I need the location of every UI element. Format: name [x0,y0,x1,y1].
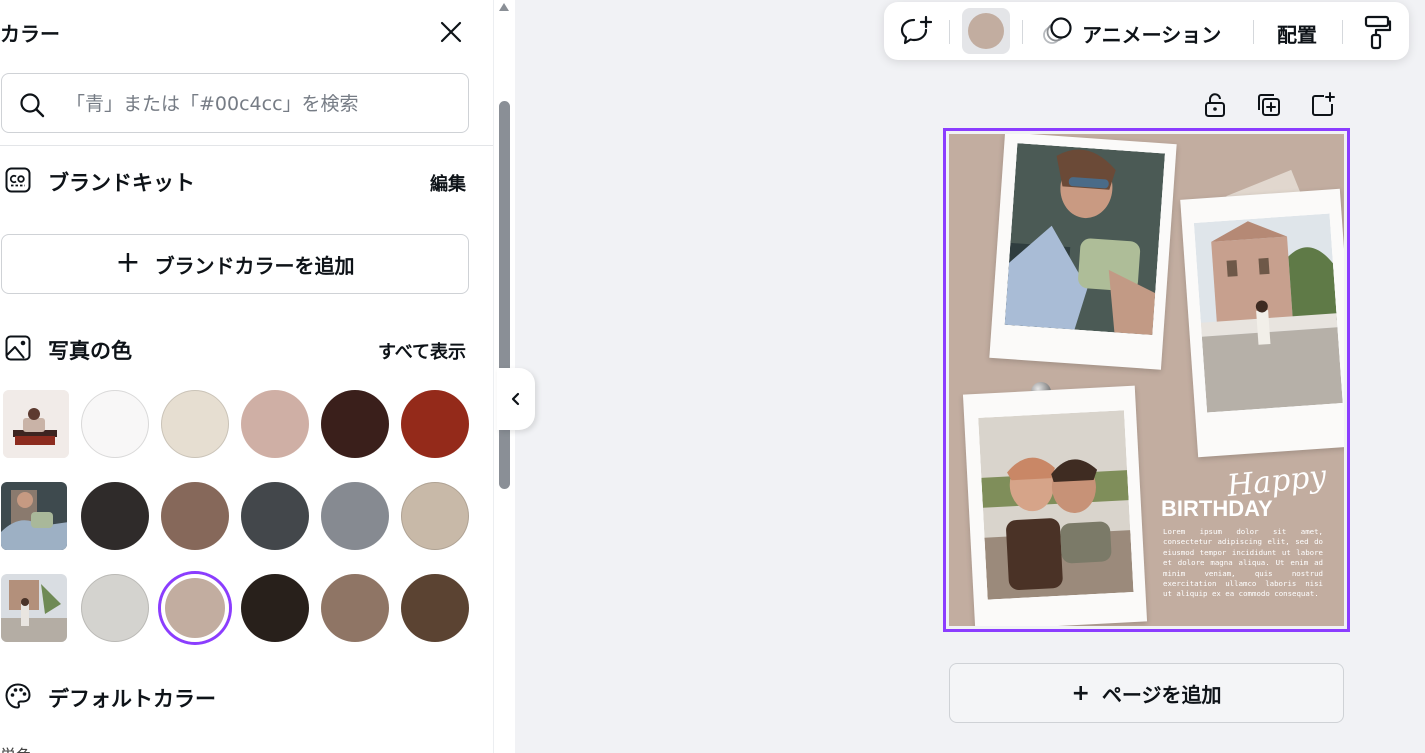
toolbar-separator [1022,20,1023,44]
plus-icon: + [115,244,141,280]
brand-kit-icon [5,167,31,193]
color-picker-button[interactable] [962,8,1010,54]
toolbar-separator [949,20,950,44]
image-icon [5,335,31,361]
add-page-icon[interactable] [1310,92,1336,118]
polaroid-photo-1[interactable] [989,134,1177,370]
chevron-left-icon [511,392,520,406]
color-swatch[interactable] [241,390,309,458]
body-text[interactable]: Lorem ipsum dolor sit amet, consectetur … [1163,527,1323,600]
color-swatch[interactable] [241,574,309,642]
color-swatch[interactable] [401,482,469,550]
color-swatch[interactable] [161,390,229,458]
photo-friends-smiling [978,410,1134,600]
photo-thumb-3[interactable] [1,574,67,642]
duplicate-page-icon[interactable] [1256,92,1282,118]
polaroid-photo-3[interactable] [962,385,1148,626]
color-swatch[interactable] [401,390,469,458]
design-page[interactable]: Happy BIRTHDAY Lorem ipsum dolor sit ame… [943,128,1350,632]
plus-icon: + [1071,680,1090,706]
close-icon[interactable] [437,18,465,46]
context-toolbar: アニメーション 配置 [884,2,1409,60]
color-swatch[interactable] [161,574,229,642]
search-icon [20,93,45,118]
position-button[interactable]: 配置 [1277,19,1317,48]
show-all-button[interactable]: すべて表示 [378,338,466,364]
polaroid-photo-2[interactable] [1180,188,1344,458]
toolbar-separator [1253,20,1254,44]
unlock-icon[interactable] [1202,92,1228,118]
color-swatch[interactable] [401,574,469,642]
scroll-up-icon[interactable] [497,0,511,14]
color-swatch[interactable] [161,482,229,550]
color-swatch[interactable] [321,390,389,458]
photo-colors-title: 写真の色 [48,339,132,363]
collapse-panel-button[interactable] [497,368,535,430]
page-background: Happy BIRTHDAY Lorem ipsum dolor sit ame… [949,134,1344,626]
palette-icon [5,683,31,709]
toolbar-separator [1342,20,1343,44]
photo-couple-street [1193,213,1343,413]
color-panel: カラー ブランドキット 編集 + ブランドカラーを追加 写真の色 [0,0,493,753]
divider [0,145,493,146]
panel-title: カラー [0,22,60,46]
current-color-swatch [968,13,1004,49]
scrollbar-thumb[interactable] [499,101,510,489]
photo-woman-lounging [1004,143,1166,336]
photo-thumb-1[interactable] [3,390,69,458]
add-comment-icon[interactable] [898,15,932,47]
solid-colors-label: 単色 [0,742,32,753]
color-swatch[interactable] [241,482,309,550]
birthday-text[interactable]: BIRTHDAY [1161,496,1273,522]
paint-roller-icon[interactable] [1362,14,1392,50]
photo-colors-header: 写真の色 すべて表示 [0,331,470,365]
add-brand-color-label: ブランドカラーを追加 [154,253,355,278]
default-colors-header: デフォルトカラー [0,679,470,713]
color-swatch[interactable] [81,482,149,550]
color-swatch[interactable] [321,482,389,550]
animation-button[interactable]: アニメーション [1082,19,1221,48]
animation-icon[interactable] [1040,15,1074,49]
photo-thumb-2[interactable] [1,482,67,550]
edit-brand-kit-button[interactable]: 編集 [430,170,466,196]
color-swatch[interactable] [321,574,389,642]
add-page-label: ページを追加 [1101,682,1222,707]
default-colors-title: デフォルトカラー [48,687,216,711]
search-input[interactable] [66,88,456,120]
color-swatch[interactable] [81,574,149,642]
add-brand-color-button[interactable]: + ブランドカラーを追加 [1,234,469,294]
brand-kit-header: ブランドキット 編集 [0,163,470,197]
color-search[interactable] [1,73,469,133]
color-swatch[interactable] [81,390,149,458]
brand-kit-title: ブランドキット [48,171,195,195]
add-page-button[interactable]: + ページを追加 [949,663,1344,723]
